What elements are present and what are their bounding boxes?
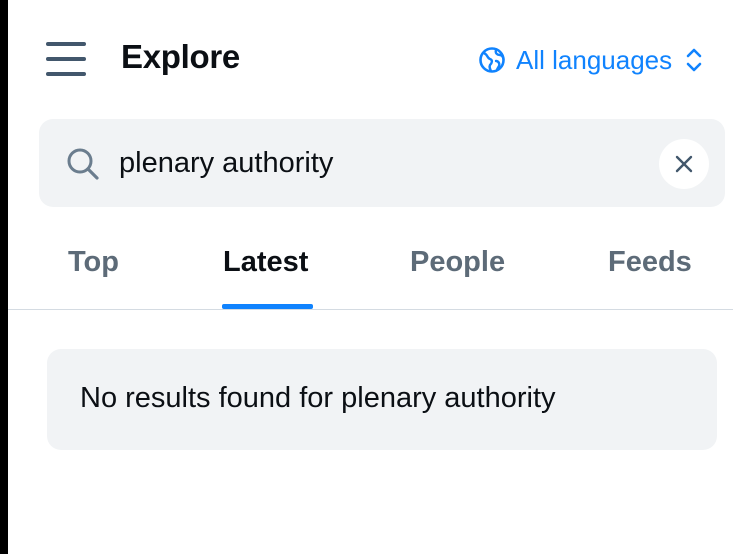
- tab-top[interactable]: Top: [68, 246, 119, 286]
- empty-results-message: No results found for plenary authority: [80, 382, 556, 414]
- close-icon: [675, 155, 693, 173]
- language-selector[interactable]: All languages: [478, 44, 704, 76]
- search-icon: [67, 148, 99, 180]
- hamburger-menu-icon: [46, 72, 86, 76]
- search-input[interactable]: [119, 140, 639, 186]
- explore-screen: Explore All languages Top Latest People …: [0, 0, 733, 554]
- hamburger-menu-icon: [46, 57, 86, 61]
- hamburger-menu-icon: [46, 42, 86, 46]
- up-down-chevron-icon: [686, 48, 702, 72]
- tabs-divider: [8, 309, 733, 310]
- clear-search-button[interactable]: [659, 139, 709, 189]
- window-edge: [0, 0, 8, 554]
- page-title: Explore: [121, 38, 240, 75]
- tab-latest[interactable]: Latest: [223, 246, 308, 286]
- tab-feeds[interactable]: Feeds: [608, 246, 692, 286]
- globe-icon: [479, 47, 505, 73]
- tab-people[interactable]: People: [410, 246, 505, 286]
- menu-button[interactable]: [44, 42, 88, 76]
- language-label: All languages: [516, 44, 673, 75]
